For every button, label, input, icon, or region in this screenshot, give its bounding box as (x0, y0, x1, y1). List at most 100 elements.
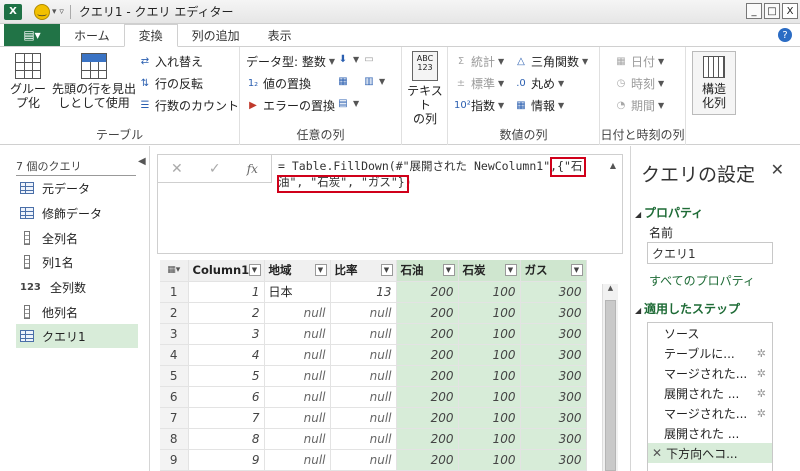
excel-app-icon[interactable]: X (4, 3, 22, 20)
trigonometry-button[interactable]: △ 三角関数 ▼ (514, 53, 588, 70)
cell-column1[interactable]: 2 (188, 302, 265, 324)
column-header-比率[interactable]: 比率 ▼ (330, 260, 397, 282)
pivot-column-button[interactable]: ▦ (336, 75, 350, 88)
grid-vertical-scrollbar[interactable]: ▲ (602, 284, 618, 471)
query-item-クエリ1[interactable]: クエリ1 (16, 324, 138, 348)
step-item-active[interactable]: ✕ 下方向へコ... (648, 443, 772, 463)
query-item-元データ[interactable]: 元データ (16, 176, 138, 200)
group-by-button[interactable]: グルー プ化 (8, 53, 48, 110)
cell-gas[interactable]: 300 (520, 449, 587, 471)
gear-icon[interactable]: ✲ (757, 347, 766, 360)
cell-region[interactable]: null (264, 323, 331, 345)
gear-icon[interactable]: ✲ (757, 367, 766, 380)
row-number[interactable]: 2 (160, 302, 189, 324)
structured-column-button[interactable]: 構造 化列 (692, 51, 736, 115)
cell-region[interactable]: null (264, 365, 331, 387)
cell-ratio[interactable]: null (330, 323, 397, 345)
cell-region[interactable]: 日本 (264, 281, 331, 303)
date-button[interactable]: ▦ 日付 ▼ (614, 53, 664, 70)
filter-dropdown-icon[interactable]: ▼ (442, 264, 455, 276)
cell-oil[interactable]: 200 (396, 344, 459, 366)
cell-coal[interactable]: 100 (458, 281, 521, 303)
cell-region[interactable]: null (264, 428, 331, 450)
step-item[interactable]: ソース (648, 323, 772, 343)
tab-transform[interactable]: 変換 (123, 24, 178, 47)
tab-add-column[interactable]: 列の追加 (178, 24, 254, 46)
cell-gas[interactable]: 300 (520, 302, 587, 324)
gear-icon[interactable]: ✲ (757, 387, 766, 400)
cell-ratio[interactable]: null (330, 407, 397, 429)
query-item-列1名[interactable]: 列1名 (16, 250, 138, 274)
row-number[interactable]: 8 (160, 428, 189, 450)
text-column-button[interactable]: ABC 123 テキスト の列 (404, 51, 446, 126)
tab-view[interactable]: 表示 (254, 24, 306, 46)
cell-oil[interactable]: 200 (396, 365, 459, 387)
cell-oil[interactable]: 200 (396, 407, 459, 429)
statistics-button[interactable]: Σ 統計 ▼ (454, 53, 504, 70)
cell-gas[interactable]: 300 (520, 344, 587, 366)
gear-icon[interactable]: ✲ (757, 407, 766, 420)
properties-header[interactable]: プロパティ (635, 204, 703, 221)
scrollbar-thumb[interactable] (605, 300, 616, 471)
qat-dropdown-icon[interactable]: ▾ ▿ (52, 7, 64, 17)
reverse-rows-button[interactable]: ⇅ 行の反転 (138, 75, 203, 92)
information-button[interactable]: ▦ 情報 ▼ (514, 97, 564, 114)
fx-icon[interactable]: fx (247, 162, 258, 176)
help-icon[interactable]: ? (778, 28, 792, 42)
column-header-石油[interactable]: 石油 ▼ (396, 260, 459, 282)
cell-coal[interactable]: 100 (458, 428, 521, 450)
row-number[interactable]: 1 (160, 281, 189, 303)
rounding-button[interactable]: .0 丸め ▼ (514, 75, 564, 92)
convert-to-list-button[interactable]: ▤ ▼ (336, 97, 359, 110)
fill-down-button[interactable]: ⬇ ▼ (336, 53, 359, 66)
cell-ratio[interactable]: null (330, 365, 397, 387)
cell-column1[interactable]: 6 (188, 386, 265, 408)
cell-coal[interactable]: 100 (458, 365, 521, 387)
query-item-全列数[interactable]: 123 全列数 (16, 275, 138, 299)
applied-steps-header[interactable]: 適用したステップ (635, 300, 740, 317)
cell-gas[interactable]: 300 (520, 323, 587, 345)
cell-ratio[interactable]: null (330, 449, 397, 471)
cell-region[interactable]: null (264, 344, 331, 366)
step-item[interactable]: 展開された ... (648, 423, 772, 443)
row-number[interactable]: 3 (160, 323, 189, 345)
cell-column1[interactable]: 7 (188, 407, 265, 429)
cell-coal[interactable]: 100 (458, 407, 521, 429)
transpose-button[interactable]: ⇄ 入れ替え (138, 53, 203, 70)
filter-dropdown-icon[interactable]: ▼ (314, 264, 327, 276)
cell-region[interactable]: null (264, 449, 331, 471)
cell-ratio[interactable]: null (330, 386, 397, 408)
step-item[interactable]: テーブルに... ✲ (648, 343, 772, 363)
column-header-column1[interactable]: Column1 ▼ (188, 260, 265, 282)
query-item-他列名[interactable]: 他列名 (16, 300, 138, 324)
cell-region[interactable]: null (264, 407, 331, 429)
cell-ratio[interactable]: 13 (330, 281, 397, 303)
cell-oil[interactable]: 200 (396, 428, 459, 450)
cell-oil[interactable]: 200 (396, 302, 459, 324)
collapse-pane-icon[interactable]: ◀ (138, 156, 146, 167)
cell-gas[interactable]: 300 (520, 365, 587, 387)
close-button[interactable]: X (782, 3, 798, 19)
cell-column1[interactable]: 8 (188, 428, 265, 450)
close-settings-icon[interactable]: ✕ (771, 160, 784, 179)
row-number[interactable]: 7 (160, 407, 189, 429)
collapse-formula-icon[interactable]: ▲ (610, 161, 616, 170)
count-rows-button[interactable]: ☰ 行数のカウント (138, 97, 240, 114)
scientific-button[interactable]: 10² 指数 ▼ (454, 97, 504, 114)
filter-dropdown-icon[interactable]: ▼ (248, 264, 261, 276)
cancel-formula-icon[interactable]: ✕ (171, 161, 183, 177)
delete-step-icon[interactable]: ✕ (652, 446, 662, 460)
cell-coal[interactable]: 100 (458, 449, 521, 471)
step-item[interactable]: マージされた... ✲ (648, 363, 772, 383)
cell-ratio[interactable]: null (330, 302, 397, 324)
cell-gas[interactable]: 300 (520, 407, 587, 429)
replace-errors-button[interactable]: ▶ エラーの置換 (246, 97, 335, 114)
row-number[interactable]: 5 (160, 365, 189, 387)
cell-coal[interactable]: 100 (458, 386, 521, 408)
column-header-地域[interactable]: 地域 ▼ (264, 260, 331, 282)
rename-column-button[interactable]: ▭ (362, 53, 376, 66)
smiley-feedback-icon[interactable] (34, 3, 50, 20)
duration-button[interactable]: ◔ 期間 ▼ (614, 97, 665, 114)
cell-coal[interactable]: 100 (458, 323, 521, 345)
query-item-全列名[interactable]: 全列名 (16, 226, 138, 250)
